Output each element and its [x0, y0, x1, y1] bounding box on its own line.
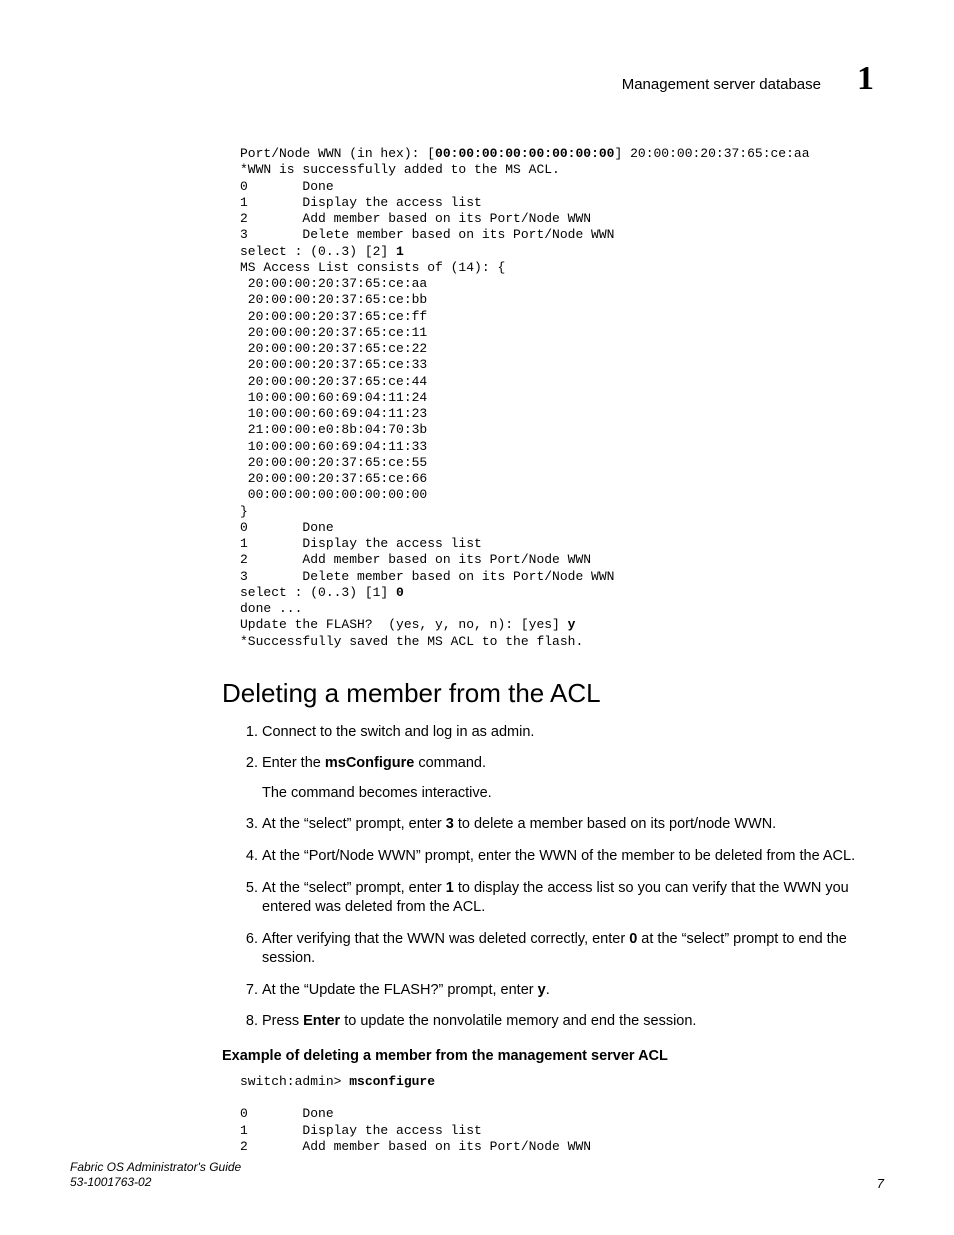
step-text: At the “select” prompt, enter 3 to delet… [262, 816, 776, 832]
step-item: At the “Update the FLASH?” prompt, enter… [262, 981, 874, 1001]
footer-left: Fabric OS Administrator's Guide 53-10017… [70, 1160, 241, 1191]
step-text: At the “Update the FLASH?” prompt, enter… [262, 982, 550, 998]
step-item: Press Enter to update the nonvolatile me… [262, 1012, 874, 1032]
page-number: 7 [877, 1176, 884, 1191]
footer-doc-number: 53-1001763-02 [70, 1175, 241, 1191]
example-title: Example of deleting a member from the ma… [222, 1048, 874, 1064]
body-column: Port/Node WWN (in hex): [00:00:00:00:00:… [240, 146, 874, 1155]
chapter-number: 1 [857, 60, 874, 98]
footer-book-title: Fabric OS Administrator's Guide [70, 1160, 241, 1176]
step-text: Enter the msConfigure command. [262, 755, 486, 771]
step-item: At the “select” prompt, enter 3 to delet… [262, 815, 874, 835]
running-head: Management server database 1 [70, 60, 884, 98]
step-item: At the “select” prompt, enter 1 to displ… [262, 879, 874, 918]
code-block-bottom: switch:admin> msconfigure 0 Done 1 Displ… [240, 1074, 874, 1155]
step-item: At the “Port/Node WWN” prompt, enter the… [262, 847, 874, 867]
page-footer: Fabric OS Administrator's Guide 53-10017… [70, 1160, 884, 1191]
code-block-top: Port/Node WWN (in hex): [00:00:00:00:00:… [240, 146, 874, 650]
step-text: After verifying that the WWN was deleted… [262, 931, 847, 967]
steps-list: Connect to the switch and log in as admi… [240, 723, 874, 1032]
step-text: At the “Port/Node WWN” prompt, enter the… [262, 848, 855, 864]
step-item: After verifying that the WWN was deleted… [262, 930, 874, 969]
step-text: Press Enter to update the nonvolatile me… [262, 1013, 696, 1029]
running-title: Management server database [622, 76, 821, 93]
step-item: Enter the msConfigure command. The comma… [262, 754, 874, 803]
step-item: Connect to the switch and log in as admi… [262, 723, 874, 743]
step-text: At the “select” prompt, enter 1 to displ… [262, 880, 849, 916]
page: Management server database 1 Port/Node W… [0, 0, 954, 1235]
section-heading: Deleting a member from the ACL [222, 678, 874, 709]
step-subtext: The command becomes interactive. [262, 784, 874, 804]
step-text: Connect to the switch and log in as admi… [262, 724, 534, 740]
